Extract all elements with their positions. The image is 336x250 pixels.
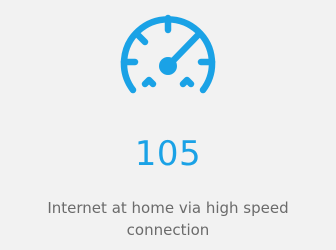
stat-value: 105 [134, 134, 202, 174]
speedometer-icon [110, 0, 226, 112]
stat-caption: Internet at home via high speed connecti… [47, 199, 289, 239]
stat-card: 105 Internet at home via high speed conn… [0, 0, 336, 250]
